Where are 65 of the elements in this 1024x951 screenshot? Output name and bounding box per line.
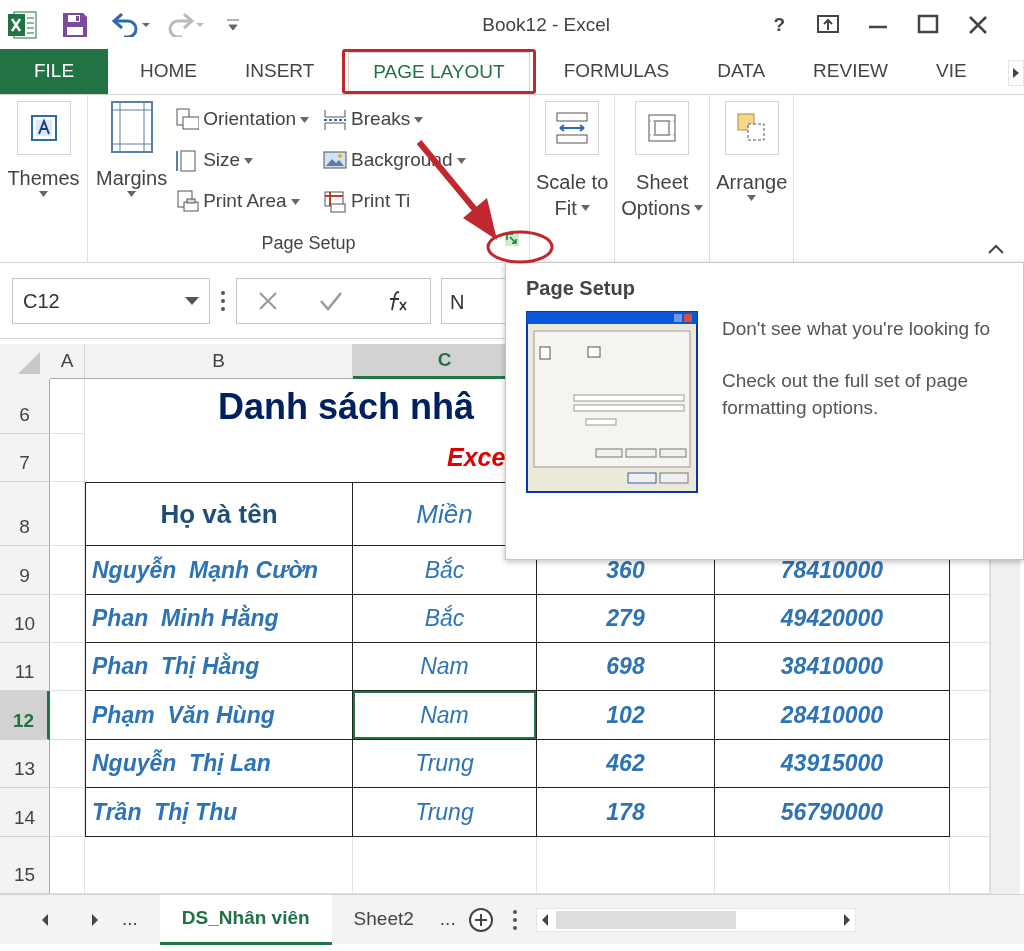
help-button[interactable]: ? <box>772 9 786 41</box>
sheet-tab[interactable]: DS_Nhân viên <box>159 894 332 945</box>
table-cell: 56790000 <box>715 788 950 837</box>
table-cell: 49420000 <box>715 595 950 643</box>
row-header[interactable]: 13 <box>0 740 50 788</box>
row-header[interactable]: 6 <box>0 379 50 434</box>
themes-button[interactable]: Themes <box>4 99 83 199</box>
row-header[interactable]: 9 <box>0 546 50 595</box>
name-box[interactable]: C12 <box>12 277 210 324</box>
orientation-button[interactable]: Orientation <box>171 99 314 140</box>
ribbon-tab[interactable]: REVIEW <box>789 49 912 94</box>
more-sheets-button[interactable]: ... <box>435 894 460 945</box>
row-header[interactable]: 15 <box>0 837 50 894</box>
table-cell: 462 <box>537 740 715 788</box>
row-header[interactable]: 11 <box>0 643 50 691</box>
ribbon-tab[interactable]: PAGE LAYOUT <box>348 52 530 91</box>
table-cell: Nguyễn Mạnh Cườn <box>85 546 353 595</box>
group-label: Page Setup <box>261 232 356 255</box>
row-header[interactable]: 14 <box>0 788 50 837</box>
table-cell: Bắc <box>353 595 537 643</box>
more-sheets-button[interactable]: ... <box>100 894 160 945</box>
print-area-button[interactable]: Print Area <box>171 181 314 222</box>
table-cell: Trung <box>353 740 537 788</box>
size-button[interactable]: Size <box>171 140 314 181</box>
column-header[interactable]: B <box>85 344 353 379</box>
column-header[interactable]: A <box>50 344 85 379</box>
table-cell: 698 <box>537 643 715 691</box>
sheet-tab[interactable]: Sheet2 <box>331 894 436 945</box>
table-cell: Nam <box>353 643 537 691</box>
table-cell: Phan Thị Hằng <box>85 643 353 691</box>
ribbon-tab[interactable]: VIE <box>912 49 991 94</box>
table-cell: Trung <box>353 788 537 837</box>
ribbon-tab[interactable]: INSERT <box>221 49 339 94</box>
sheet-button[interactable]: Sheet Options <box>617 99 708 223</box>
breaks-button[interactable]: Breaks <box>319 99 470 140</box>
row-header[interactable]: 12 <box>0 691 50 740</box>
table-cell: Phan Minh Hằng <box>85 595 353 643</box>
tooltip-text: Check out the full set of page formatting options. <box>722 368 970 421</box>
table-cell: 28410000 <box>715 691 950 740</box>
tooltip-title: Page Setup <box>526 276 636 301</box>
sheet-subtitle: Exce <box>447 442 506 474</box>
table-cell: 38410000 <box>715 643 950 691</box>
row-header[interactable]: 8 <box>0 482 50 546</box>
window-title: Book12 - Excel <box>481 12 612 37</box>
table-cell: Trần Thị Thu <box>85 788 353 837</box>
print-titles-button[interactable]: Print Ti <box>319 181 470 222</box>
margins-button[interactable]: Margins <box>92 99 172 222</box>
table-cell: Phạm Văn Hùng <box>85 691 353 740</box>
column-heading: Họ và tên <box>85 482 353 546</box>
scale-button[interactable]: Scale to Fit <box>532 99 613 223</box>
table-cell: Nam <box>353 691 537 740</box>
table-cell: 102 <box>537 691 715 740</box>
arrange-button[interactable]: Arrange <box>712 99 792 203</box>
table-cell: Nguyễn Thị Lan <box>85 740 353 788</box>
ribbon-tab[interactable]: HOME <box>116 49 221 94</box>
row-header[interactable]: 10 <box>0 595 50 643</box>
tooltip-text: Don't see what you're looking fo <box>722 317 992 341</box>
table-cell: 279 <box>537 595 715 643</box>
ribbon-tab[interactable]: DATA <box>693 49 790 94</box>
table-cell: 43915000 <box>715 740 950 788</box>
table-cell: 178 <box>537 788 715 837</box>
sheet-title: Danh sách nhâ <box>218 384 475 429</box>
ribbon-tab[interactable]: FORMULAS <box>539 49 694 94</box>
file-tab[interactable]: FILE <box>0 49 108 94</box>
row-header[interactable]: 7 <box>0 434 50 482</box>
